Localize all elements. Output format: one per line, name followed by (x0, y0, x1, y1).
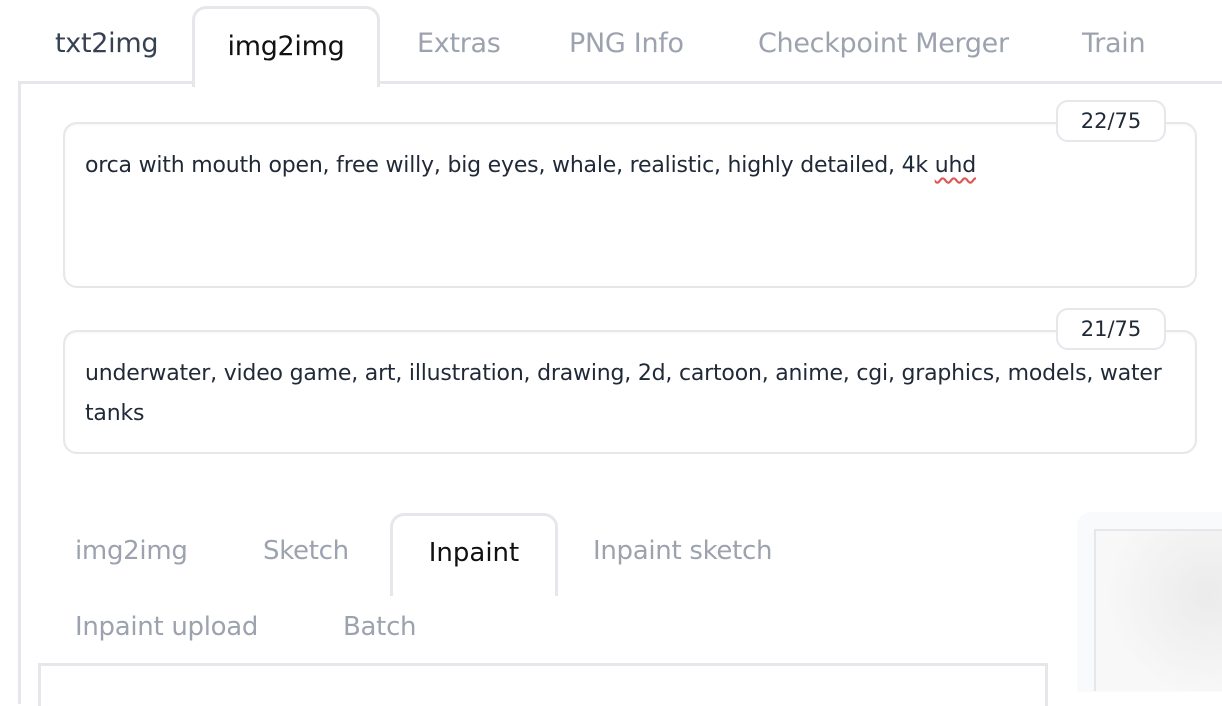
negative-prompt-token-counter: 21/75 (1056, 308, 1166, 350)
subtab-sketch[interactable]: Sketch (263, 536, 349, 566)
output-image-area[interactable] (1094, 529, 1222, 691)
tab-txt2img[interactable]: txt2img (55, 28, 158, 59)
negative-prompt-text: underwater, video game, art, illustratio… (85, 361, 1162, 426)
subtab-inpaint-upload[interactable]: Inpaint upload (75, 612, 258, 642)
subtab-label: Inpaint (428, 538, 520, 568)
inpaint-canvas-container (38, 663, 1048, 706)
tab-png-info[interactable]: PNG Info (569, 28, 684, 59)
misspelled-word: uhd (934, 153, 976, 178)
tab-img2img[interactable]: img2img (192, 6, 380, 87)
subtab-img2img[interactable]: img2img (75, 536, 188, 566)
subtab-inpaint-sketch[interactable]: Inpaint sketch (593, 536, 772, 566)
subtab-inpaint[interactable]: Inpaint (390, 513, 558, 596)
tab-extras[interactable]: Extras (417, 28, 501, 59)
prompt-input[interactable]: orca with mouth open, free willy, big ey… (63, 122, 1197, 288)
tab-checkpoint-merger[interactable]: Checkpoint Merger (758, 28, 1009, 59)
tab-label: img2img (227, 31, 345, 62)
negative-prompt-input[interactable]: underwater, video game, art, illustratio… (63, 330, 1197, 454)
prompt-token-counter: 22/75 (1056, 100, 1166, 142)
subtab-batch[interactable]: Batch (343, 612, 417, 642)
prompt-text: orca with mouth open, free willy, big ey… (85, 153, 935, 178)
tab-train[interactable]: Train (1082, 28, 1146, 59)
